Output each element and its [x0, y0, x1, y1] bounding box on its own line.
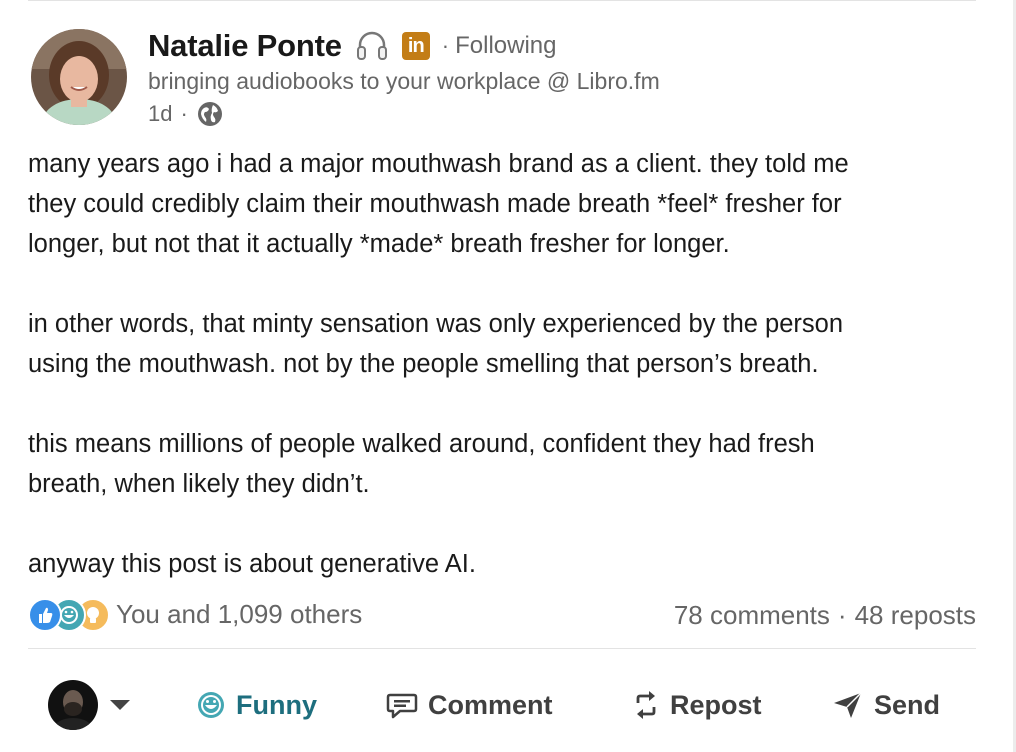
repost-icon	[636, 691, 656, 719]
post-body: many years ago i had a major mouthwash b…	[28, 144, 988, 584]
engagement-counts: 78 comments · 48 reposts	[674, 600, 976, 631]
comment-icon	[386, 693, 418, 719]
action-bar: Funny Comment Repost Send	[0, 660, 1016, 750]
funny-label: Funny	[236, 689, 317, 720]
reposts-count[interactable]: 48 reposts	[855, 600, 976, 631]
post-meta: 1d ·	[148, 96, 660, 132]
like-icon	[28, 598, 62, 632]
comment-label: Comment	[428, 689, 553, 720]
post-paragraph: many years ago i had a major mouthwash b…	[28, 150, 849, 258]
author-info: Natalie Ponte in · Following bringing au…	[148, 26, 660, 132]
separator-dot: ·	[180, 101, 188, 126]
funny-icon	[198, 692, 224, 718]
author-name[interactable]: Natalie Ponte	[148, 28, 342, 64]
post-paragraph: in other words, that minty sensation was…	[28, 310, 844, 378]
comments-count[interactable]: 78 comments	[674, 600, 830, 631]
author-headline: bringing audiobooks to your workplace @ …	[148, 68, 660, 94]
reaction-count[interactable]: You and 1,099 others	[116, 599, 362, 630]
separator-dot: ·	[837, 600, 847, 630]
name-row: Natalie Ponte in · Following	[148, 26, 660, 66]
actions-divider	[28, 648, 976, 649]
linkedin-icon: in	[401, 32, 430, 60]
post-paragraph: anyway this post is about generative AI.	[28, 550, 476, 578]
send-label: Send	[874, 689, 941, 720]
chevron-down-icon[interactable]	[110, 700, 130, 710]
post-timestamp: 1d	[148, 101, 173, 126]
top-divider	[28, 0, 976, 1]
reactions-summary[interactable]: You and 1,099 others	[28, 598, 362, 632]
self-avatar[interactable]	[48, 680, 98, 730]
following-button[interactable]: Following	[455, 32, 556, 60]
funny-button[interactable]: Funny	[196, 680, 317, 730]
globe-icon	[196, 100, 224, 128]
send-button[interactable]: Send	[832, 680, 940, 730]
post-paragraph: this means millions of people walked aro…	[28, 430, 815, 498]
repost-button[interactable]: Repost	[632, 680, 762, 730]
send-icon	[834, 692, 862, 718]
headphones-icon	[354, 28, 390, 64]
comment-button[interactable]: Comment	[386, 680, 553, 730]
reaction-icons	[28, 598, 110, 632]
separator-dot: ·	[441, 33, 450, 58]
repost-label: Repost	[670, 689, 762, 720]
author-avatar[interactable]	[31, 29, 127, 125]
